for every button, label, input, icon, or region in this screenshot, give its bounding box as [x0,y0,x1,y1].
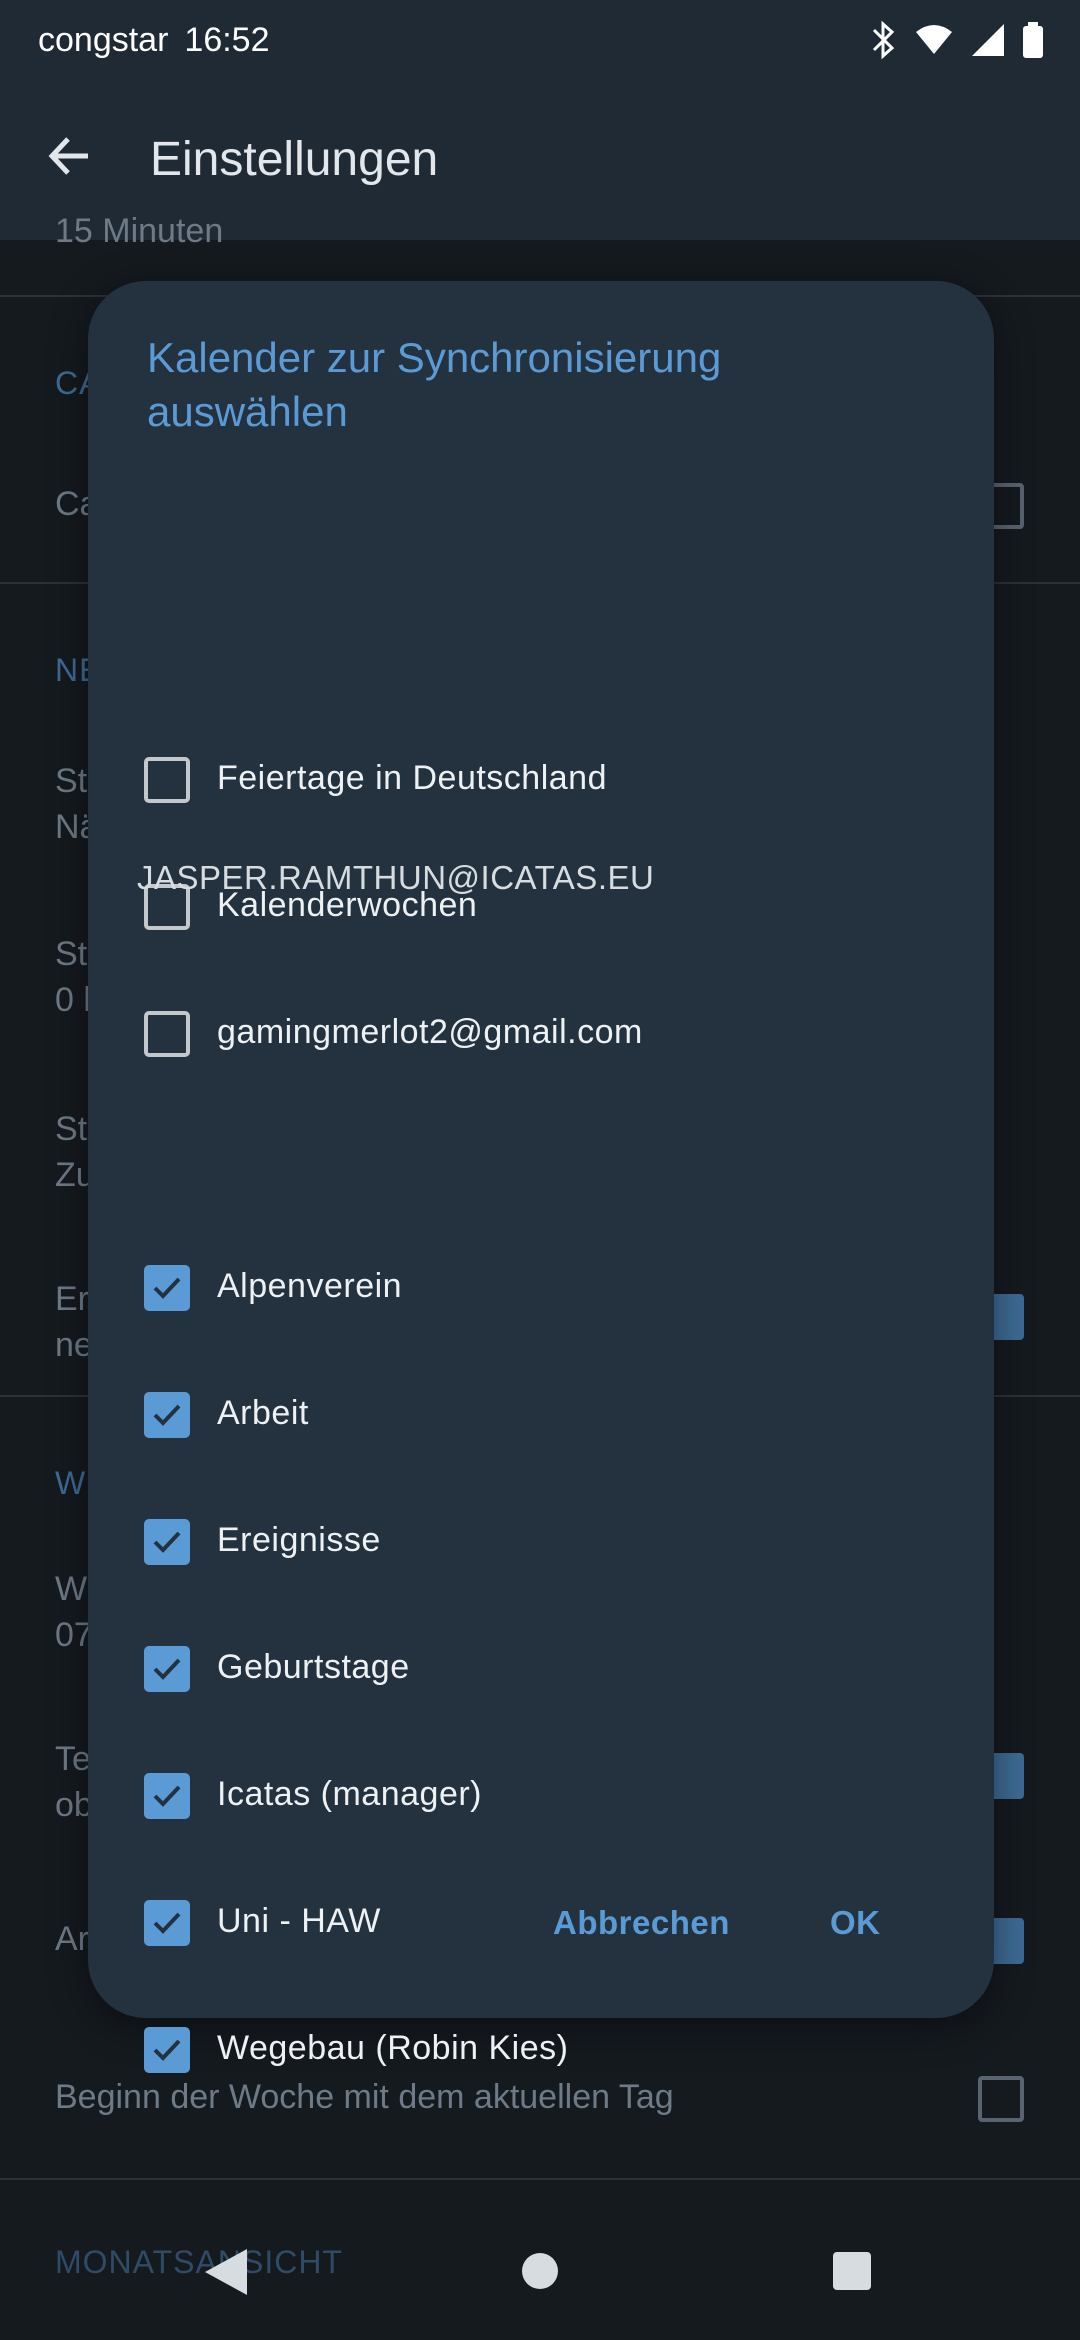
status-bar: congstar 16:52 5 [0,0,1080,80]
checkbox-checked[interactable] [144,1519,190,1565]
bluetooth-icon [872,20,895,60]
account-group-header: JASPER.RAMTHUN@ICATAS.EU [137,859,655,896]
calendar-item-alpenverein[interactable]: Alpenverein [88,1222,994,1349]
checkbox-checked[interactable] [144,1900,190,1946]
checkbox-unchecked[interactable] [144,757,190,803]
setting-item[interactable]: Ar [55,1920,89,1959]
calendar-item-label: Uni - HAW [217,1902,381,1940]
calendar-item-label: Ereignisse [217,1521,381,1559]
checkbox-checked[interactable] [144,1773,190,1819]
setting-summary: 0 l [55,981,91,1019]
calendar-item-label: Geburtstage [217,1648,410,1686]
nav-recents-icon[interactable] [832,2251,872,2291]
svg-text:5: 5 [940,42,947,57]
nav-back-icon[interactable] [203,2247,249,2297]
calendar-item-label: Arbeit [217,1394,309,1432]
calendar-item-feiertage[interactable]: Feiertage in Deutschland [88,714,994,841]
carrier-name: congstar [38,20,169,59]
calendar-item-label: gamingmerlot2@gmail.com [217,1013,643,1051]
cancel-button[interactable]: Abbrechen [553,1904,730,1942]
settings-partial-text: 15 Minuten [55,212,224,250]
checkbox-checked[interactable] [144,1646,190,1692]
setting-item[interactable]: St [55,762,87,801]
calendar-item-label: Wegebau (Robin Kies) [217,2029,569,2067]
calendar-item-ereignisse[interactable]: Ereignisse [88,1476,994,1603]
setting-item[interactable]: W [55,1570,87,1609]
clock: 16:52 [184,20,270,59]
calendar-item-geburtstage[interactable]: Geburtstage [88,1603,994,1730]
check-icon [153,2039,181,2061]
check-icon [153,1912,181,1934]
calendar-item-icatas[interactable]: Icatas (manager) [88,1730,994,1857]
setting-item[interactable]: Te [55,1740,91,1779]
check-icon [153,1658,181,1680]
check-icon [153,1277,181,1299]
dialog-title: Kalender zur Synchronisierung auswählen [147,334,722,435]
back-arrow-icon[interactable] [40,126,100,186]
battery-icon [1023,22,1043,58]
checkbox-checked[interactable] [144,1265,190,1311]
calendar-item-label: Feiertage in Deutschland [217,759,608,797]
setting-item[interactable]: St [55,935,87,974]
setting-item[interactable]: St [55,1110,87,1149]
system-nav-bar: MONATSANSICHT [0,2210,1080,2340]
checkbox-checked[interactable] [144,2027,190,2073]
page-title: Einstellungen [150,133,439,186]
calendar-item-wegebau[interactable]: Wegebau (Robin Kies) [88,1984,994,2111]
ok-button[interactable]: OK [830,1904,881,1942]
calendar-item-label: Icatas (manager) [217,1775,482,1813]
section-header-monatsansicht: MONATSANSICHT [55,2244,343,2280]
checkbox-checked[interactable] [144,1392,190,1438]
cell-signal-icon [972,24,1004,56]
status-icons: 5 [870,20,1044,60]
calendar-item-label: Alpenverein [217,1267,403,1305]
setting-item[interactable]: Er [55,1280,89,1319]
calendar-item-gamingmerlot[interactable]: gamingmerlot2@gmail.com [88,968,994,1095]
check-icon [153,1404,181,1426]
check-icon [153,1531,181,1553]
calendar-item-arbeit[interactable]: Arbeit [88,1349,994,1476]
nav-home-icon[interactable] [521,2252,559,2290]
calendar-sync-dialog: Kalender zur Synchronisierung auswählen … [88,281,994,2073]
section-header: W [55,1465,87,1501]
wifi-icon: 5 [916,25,952,57]
check-icon [153,1785,181,1807]
checkbox-unchecked[interactable] [144,1011,190,1057]
